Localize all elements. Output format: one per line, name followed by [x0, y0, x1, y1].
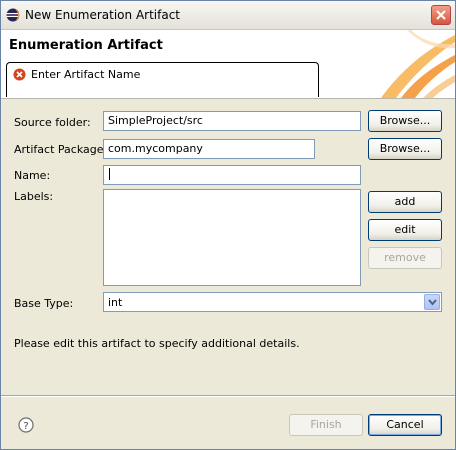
labels-label: Labels: [14, 190, 54, 203]
window-title: New Enumeration Artifact [25, 8, 181, 22]
eclipse-icon [6, 8, 20, 22]
help-icon[interactable]: ? [18, 417, 34, 433]
artifact-package-input[interactable]: com.mycompany [103, 139, 315, 159]
info-text: Please edit this artifact to specify add… [14, 337, 300, 350]
title-bar[interactable]: New Enumeration Artifact [1, 1, 455, 30]
close-button[interactable] [431, 5, 451, 25]
dialog-window: New Enumeration Artifact Enumeration Art… [0, 0, 456, 450]
chevron-down-icon [428, 299, 437, 306]
finish-button[interactable]: Finish [289, 414, 363, 436]
base-type-select[interactable]: int [103, 292, 442, 312]
base-type-value: int [108, 296, 123, 309]
page-title: Enumeration Artifact [9, 38, 163, 53]
base-type-label: Base Type: [14, 297, 74, 310]
source-folder-input[interactable]: SimpleProject/src [103, 111, 361, 131]
error-icon [13, 68, 26, 81]
remove-label-button[interactable]: remove [368, 247, 442, 269]
source-folder-label: Source folder: [14, 116, 91, 129]
error-message: Enter Artifact Name [31, 68, 141, 81]
header-banner: Enumeration Artifact Enter Artifact Name [1, 30, 455, 99]
add-label-button[interactable]: add [368, 191, 442, 213]
svg-text:?: ? [23, 421, 28, 432]
browse-package-button[interactable]: Browse... [368, 138, 442, 160]
footer-separator [1, 395, 455, 397]
browse-source-folder-button[interactable]: Browse... [368, 110, 442, 132]
message-area: Enter Artifact Name [6, 62, 319, 97]
close-icon [436, 10, 446, 20]
text-cursor [109, 168, 110, 180]
dropdown-button[interactable] [424, 294, 440, 310]
edit-label-button[interactable]: edit [368, 219, 442, 241]
labels-list[interactable] [103, 189, 361, 286]
name-label: Name: [14, 169, 51, 182]
name-input[interactable] [103, 165, 361, 185]
banner-decoration [381, 30, 455, 98]
artifact-package-label: Artifact Package: [14, 143, 108, 156]
cancel-button[interactable]: Cancel [368, 414, 442, 436]
